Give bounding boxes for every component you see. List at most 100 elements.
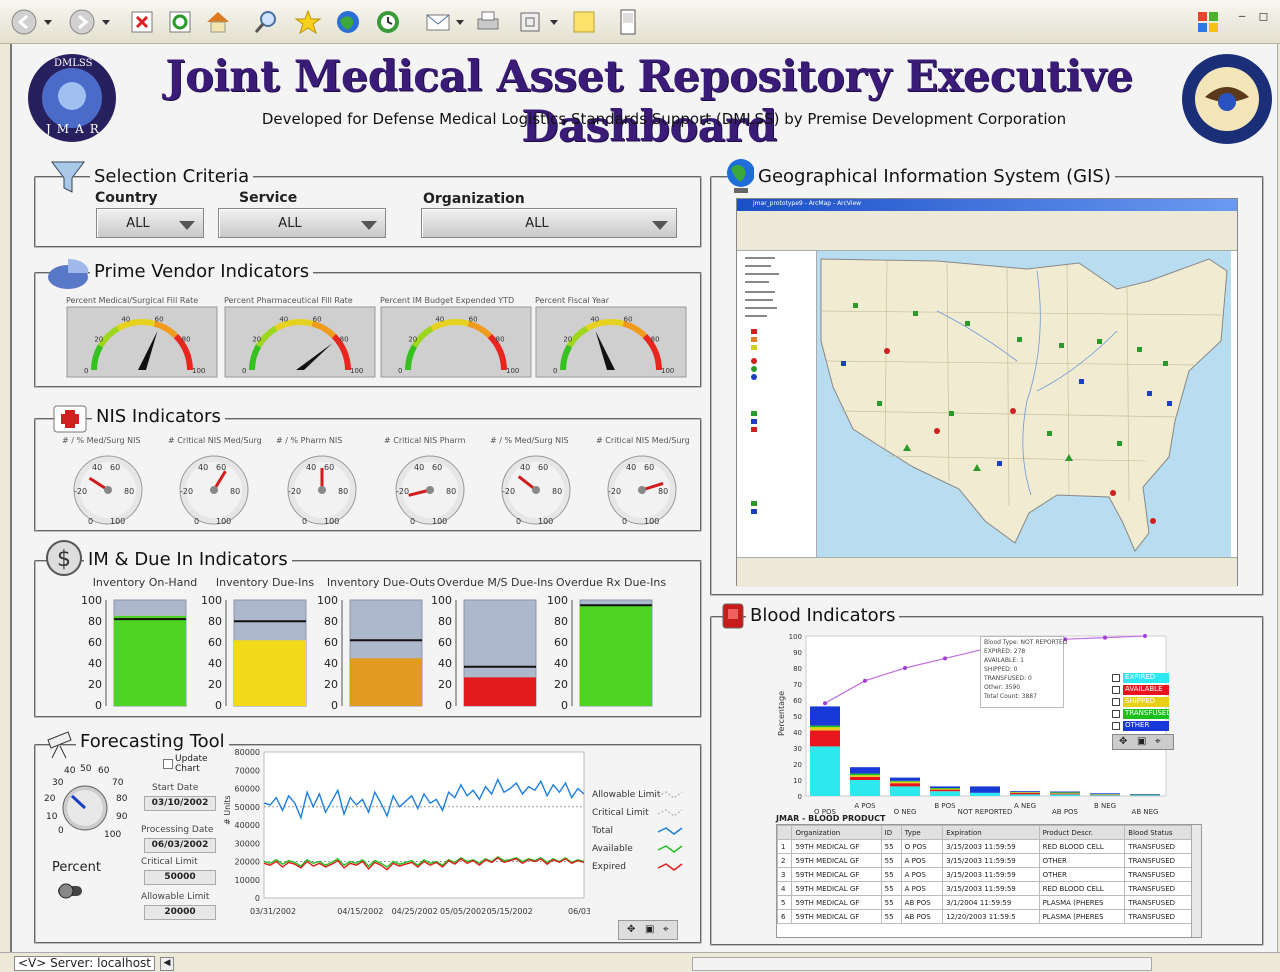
gauge-caption: Percent Medical/Surgical Fill Rate <box>66 296 199 305</box>
tooltip-line: Total Count: 3887 <box>984 693 1037 700</box>
knob-tick-70: 70 <box>112 778 124 788</box>
blood-ytick: 40 <box>793 729 802 737</box>
back-dropdown[interactable] <box>44 20 52 25</box>
cursor-icon[interactable]: ⌖ <box>1155 736 1161 747</box>
percent-label: Percent <box>52 860 101 875</box>
back-icon[interactable] <box>10 8 38 36</box>
stop-icon[interactable] <box>128 8 156 36</box>
blood-bar-b-pos-other <box>930 786 960 788</box>
blood-bar-not-reported-other <box>970 786 1000 793</box>
blood-bar-b-pos-shipped <box>930 788 960 790</box>
fullscreen-icon[interactable] <box>516 8 544 36</box>
gis-toolbar[interactable] <box>737 211 1237 251</box>
blood-bar-a-pos-shipped <box>850 775 880 777</box>
legend-checkbox[interactable] <box>1112 698 1120 706</box>
country-value: ALL <box>126 216 150 231</box>
fullscreen-dropdown[interactable] <box>550 20 558 25</box>
table-cell: 59TH MEDICAL GF <box>791 909 882 924</box>
media-icon[interactable] <box>334 8 362 36</box>
blood-chart-tools[interactable]: ✥ ▣ ⌖ <box>1112 734 1174 750</box>
tank-fill <box>580 605 652 706</box>
mail-dropdown[interactable] <box>456 20 464 25</box>
refresh-icon[interactable] <box>166 8 194 36</box>
gis-map-canvas[interactable] <box>817 251 1231 557</box>
gis-layers-panel[interactable] <box>737 251 817 557</box>
pan-icon[interactable]: ✥ <box>1119 736 1127 747</box>
processing-date-field[interactable]: 06/03/2002 <box>144 838 216 853</box>
dmlss-logo: DMLSS JMAR <box>24 52 122 144</box>
legend-checkbox[interactable] <box>1112 686 1120 694</box>
legend-label: AVAILABLE <box>1125 685 1163 693</box>
percent-knob[interactable]: 40 50 60 70 30 20 80 10 90 0 100 <box>40 764 130 846</box>
notes-icon[interactable] <box>570 8 598 36</box>
restore-icon[interactable]: ▫ <box>1258 6 1269 25</box>
gis-map-window[interactable]: jmar_prototype9 - ArcMap - ArcView <box>736 198 1238 587</box>
selection-criteria-title: Selection Criteria <box>90 166 254 187</box>
legend-label: SHIPPED <box>1125 697 1156 705</box>
column-header[interactable]: Expiration <box>942 825 1040 840</box>
nis-caption: # Critical NIS Med/Surg <box>168 436 262 445</box>
forward-dropdown[interactable] <box>102 20 110 25</box>
zoom-icon[interactable]: ▣ <box>1137 736 1146 747</box>
legend-checkbox[interactable] <box>1112 674 1120 682</box>
zoom-icon[interactable]: ▣ <box>645 924 654 935</box>
mail-icon[interactable] <box>424 8 452 36</box>
table-cell: TRANSFUSED <box>1124 867 1193 882</box>
table-row[interactable]: 5 59TH MEDICAL GF 55 AB POS 3/1/2004 11:59:5… <box>777 895 1193 910</box>
forward-icon[interactable] <box>68 8 96 36</box>
scroll-left-arrow-icon[interactable]: ◀ <box>160 957 174 971</box>
search-icon[interactable] <box>252 8 280 36</box>
table-row[interactable]: 1 59TH MEDICAL GF 55 O POS 3/15/2003 11:59:5… <box>777 839 1193 854</box>
favorites-icon[interactable] <box>294 8 322 36</box>
percent-toggle[interactable] <box>56 880 86 902</box>
allowable-limit-field[interactable]: 20000 <box>144 905 216 920</box>
column-header[interactable]: Blood Status <box>1124 825 1193 840</box>
cursor-icon[interactable]: ⌖ <box>663 924 669 935</box>
table-scrollbar[interactable] <box>1191 825 1201 937</box>
column-header[interactable]: ID <box>880 825 902 840</box>
nis-tick: 0 <box>516 517 521 526</box>
table-cell: 3 <box>777 867 793 882</box>
column-header[interactable]: Type <box>900 825 944 840</box>
legend-label: EXPIRED <box>1125 673 1156 681</box>
legend-checkbox[interactable] <box>1112 710 1120 718</box>
legend-checkbox[interactable] <box>1112 722 1120 730</box>
table-row[interactable]: 2 59TH MEDICAL GF 55 A POS 3/15/2003 11:59:5… <box>777 853 1193 868</box>
blood-bar-o-pos-shipped <box>810 727 840 731</box>
organization-select[interactable]: ALL <box>421 208 677 238</box>
history-icon[interactable] <box>374 8 402 36</box>
gis-title: Geographical Information System (GIS) <box>754 166 1115 187</box>
column-header[interactable]: Product Descr. <box>1038 825 1126 840</box>
critical-limit-field[interactable]: 50000 <box>144 870 216 885</box>
country-select[interactable]: ALL <box>96 208 204 238</box>
tank-scale-label: 60 <box>208 636 222 649</box>
knob-tick-0: 0 <box>58 826 64 836</box>
update-chart-checkbox[interactable] <box>163 759 173 769</box>
print-icon[interactable] <box>474 8 502 36</box>
start-date-field[interactable]: 03/10/2002 <box>144 796 216 811</box>
blood-table-container[interactable]: Organization ID Type Expiration Product Desc… <box>776 824 1202 938</box>
svg-text:$: $ <box>57 547 71 572</box>
table-cell: OTHER <box>1038 853 1126 868</box>
column-header[interactable] <box>777 825 793 840</box>
gauge-pv-0: Percent Medical/Surgical Fill Rate 0 20 40 6… <box>66 296 218 384</box>
chevron-down-icon <box>361 221 377 230</box>
blood-bar-a-pos-available <box>850 776 880 780</box>
tank-fill <box>234 640 306 706</box>
horizontal-scrollbar[interactable] <box>692 957 1152 971</box>
chart-zoom-tools[interactable]: ✥ ▣ ⌖ <box>618 920 678 940</box>
column-header[interactable]: Organization <box>791 825 882 840</box>
service-select[interactable]: ALL <box>218 208 386 238</box>
home-icon[interactable] <box>204 8 232 36</box>
nis-tick: 60 <box>644 463 654 472</box>
critical-limit-label: Critical Limit <box>141 857 198 867</box>
blood-ylabel: Percentage <box>777 691 786 736</box>
table-row[interactable]: 3 59TH MEDICAL GF 55 A POS 3/15/2003 11:59:5… <box>777 867 1193 882</box>
minimize-icon[interactable]: – <box>1238 6 1246 25</box>
phone-icon[interactable] <box>614 8 642 36</box>
table-row[interactable]: 6 59TH MEDICAL GF 55 AB POS 12/20/2003 11:59… <box>777 909 1193 924</box>
blood-category-label: AB POS <box>1052 808 1079 816</box>
pan-icon[interactable]: ✥ <box>627 924 635 935</box>
table-row[interactable]: 4 59TH MEDICAL GF 55 A POS 3/15/2003 11:59:5… <box>777 881 1193 896</box>
fc-ytick: 80000 <box>235 748 260 757</box>
